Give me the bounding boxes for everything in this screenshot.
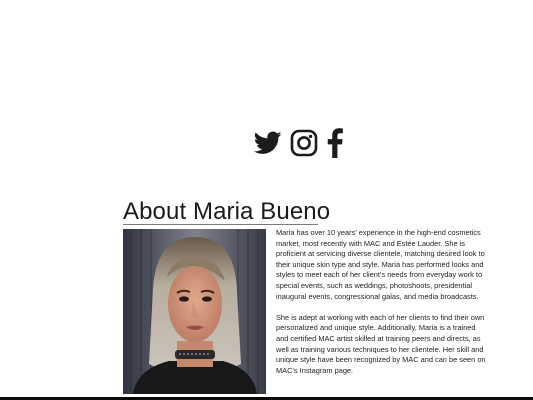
facebook-icon — [327, 128, 343, 158]
instagram-link[interactable] — [290, 129, 318, 157]
bio-paragraph-2: She is adept at working with each of her… — [276, 312, 486, 375]
instagram-icon — [290, 129, 318, 157]
twitter-icon — [253, 131, 282, 154]
bio-text: Maria has over 10 years’ experience in t… — [276, 228, 488, 387]
bio-paragraph-1: Maria has over 10 years’ experience in t… — [276, 228, 485, 301]
social-links — [253, 128, 344, 158]
title-underline — [123, 224, 318, 225]
portrait-photo — [123, 229, 266, 394]
about-title: About Maria Bueno — [123, 198, 331, 225]
twitter-link[interactable] — [253, 131, 282, 155]
facebook-link[interactable] — [326, 128, 344, 158]
about-page: About Maria Bueno Maria has over 10 year… — [0, 0, 533, 400]
